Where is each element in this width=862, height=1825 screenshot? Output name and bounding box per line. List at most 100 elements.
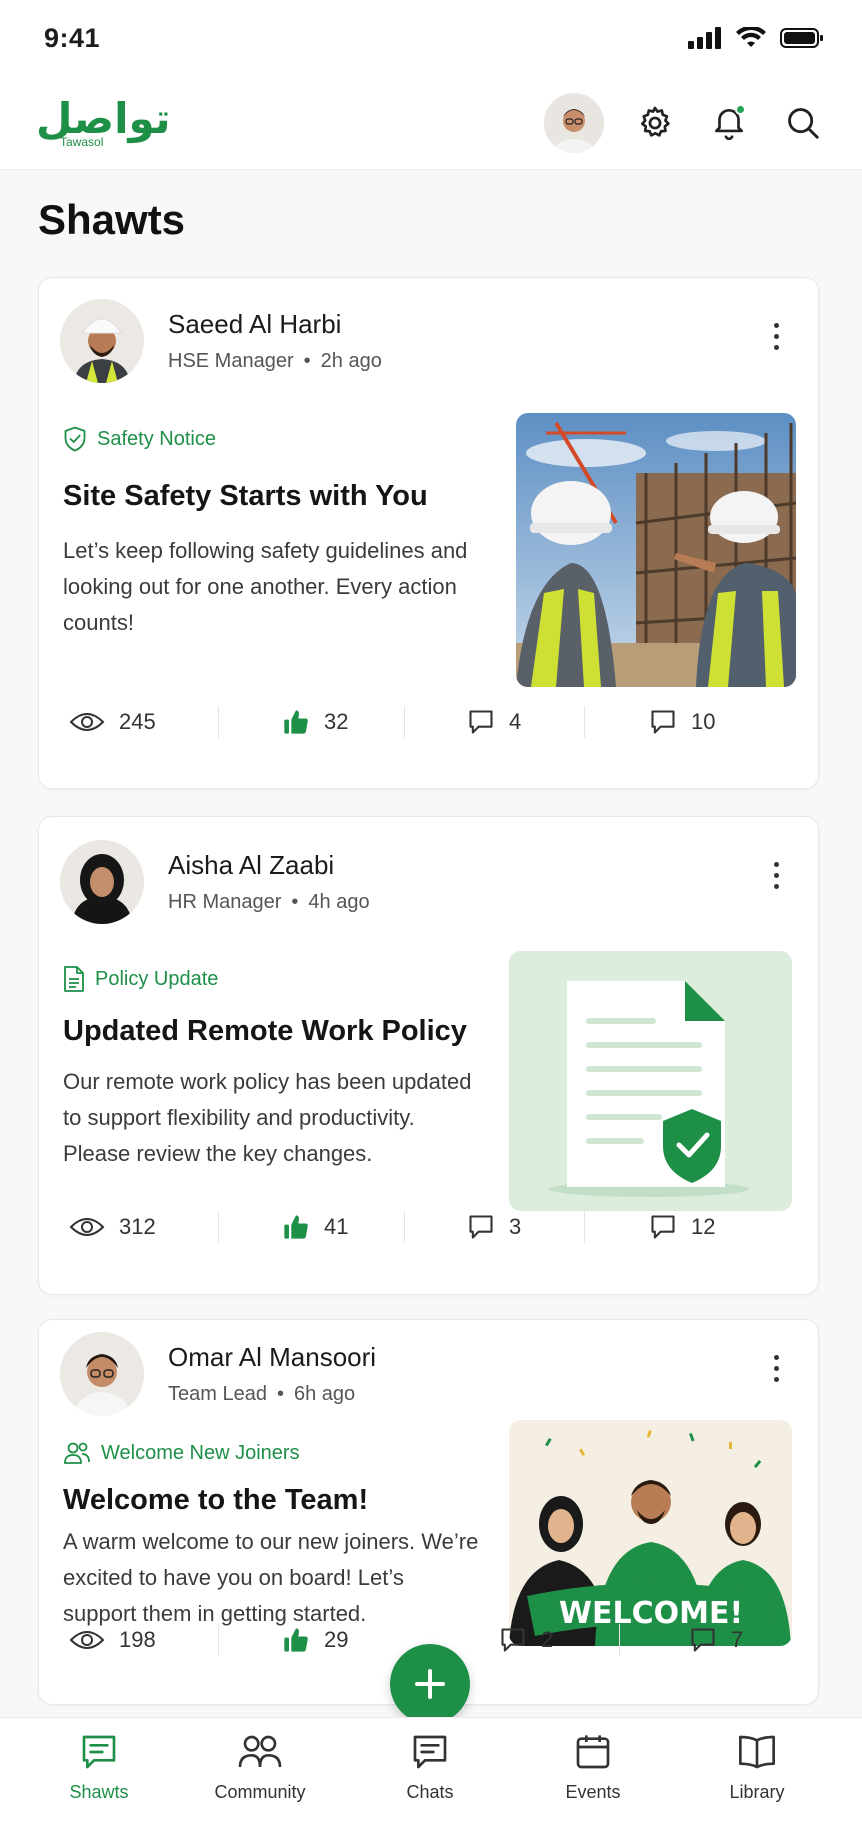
page-title: Shawts xyxy=(38,196,186,243)
likes-stat[interactable]: 41 xyxy=(282,1213,348,1241)
author-role: HR Manager xyxy=(168,891,282,913)
post-body: Let’s keep following safety guidelines a… xyxy=(63,538,468,635)
notification-badge xyxy=(735,103,746,115)
thumbs-up-icon xyxy=(284,1215,308,1239)
views-stat: 245 xyxy=(69,709,156,735)
likes-stat[interactable]: 32 xyxy=(282,708,348,736)
shield-check-icon xyxy=(64,426,86,452)
stat-divider xyxy=(218,1624,219,1656)
book-icon xyxy=(739,1735,775,1769)
author-name[interactable]: Aisha Al Zaabi xyxy=(168,850,370,881)
post-title[interactable]: Welcome to the Team! xyxy=(63,1484,368,1517)
search-button[interactable] xyxy=(780,100,826,146)
stat-divider xyxy=(404,706,405,738)
post-tag-label: Safety Notice xyxy=(97,427,216,450)
post-time: 4h ago xyxy=(308,891,370,913)
thumbs-up-icon xyxy=(284,1628,308,1652)
wifi-icon xyxy=(736,27,766,47)
comments-stat[interactable]: 4 xyxy=(467,708,521,736)
author-role: HSE Manager xyxy=(168,350,294,372)
nav-item-chats[interactable]: Chats xyxy=(360,1732,500,1803)
nav-label: Community xyxy=(214,1782,306,1802)
users-icon xyxy=(64,1442,90,1464)
post-body: A warm welcome to our new joiners. We’re… xyxy=(63,1529,479,1626)
eye-icon xyxy=(69,1218,105,1236)
post-card[interactable]: Aisha Al Zaabi HR Manager • 4h ago Policy … xyxy=(38,816,819,1295)
post-image[interactable]: WELCOME! xyxy=(509,1420,792,1646)
author-avatar[interactable] xyxy=(60,299,144,383)
views-stat: 312 xyxy=(69,1214,156,1240)
replies-count: 7 xyxy=(731,1627,744,1652)
author-avatar[interactable] xyxy=(60,1332,144,1416)
document-icon xyxy=(64,966,84,992)
more-options-button[interactable] xyxy=(764,1348,788,1388)
reply-icon xyxy=(651,710,675,734)
post-tag: Welcome New Joiners xyxy=(63,1441,300,1465)
replies-stat[interactable]: 10 xyxy=(649,708,715,736)
post-image[interactable] xyxy=(509,951,792,1211)
meta-separator: • xyxy=(303,350,311,372)
comments-stat[interactable]: 2 xyxy=(499,1626,553,1654)
post-author: Aisha Al Zaabi HR Manager • 4h ago xyxy=(60,840,370,924)
search-icon xyxy=(788,107,819,139)
more-options-button[interactable] xyxy=(764,855,788,895)
post-time: 2h ago xyxy=(320,350,382,372)
profile-avatar[interactable] xyxy=(544,92,604,153)
replies-stat[interactable]: 12 xyxy=(649,1213,715,1241)
nav-item-events[interactable]: Events xyxy=(523,1732,663,1803)
calendar-icon xyxy=(576,1735,610,1769)
app-header: تواصل Tawasol xyxy=(0,76,862,170)
author-name[interactable]: Omar Al Mansoori xyxy=(168,1342,376,1373)
plus-icon xyxy=(415,1669,445,1699)
stat-divider xyxy=(584,1211,585,1243)
post-stats: 245 32 4 10 xyxy=(39,702,820,742)
app-logo[interactable]: تواصل Tawasol xyxy=(36,97,171,149)
likes-stat[interactable]: 29 xyxy=(282,1626,348,1654)
logo-english: Tawasol xyxy=(60,134,104,149)
notifications-button[interactable] xyxy=(706,100,752,146)
settings-button[interactable] xyxy=(632,100,678,146)
author-avatar[interactable] xyxy=(60,840,144,924)
nav-item-community[interactable]: Community xyxy=(190,1732,330,1803)
views-count: 312 xyxy=(119,1214,156,1239)
status-time: 9:41 xyxy=(44,22,101,53)
post-tag: Safety Notice xyxy=(63,426,216,452)
replies-stat[interactable]: 7 xyxy=(689,1626,743,1654)
stat-divider xyxy=(218,706,219,738)
views-count: 245 xyxy=(119,709,156,734)
nav-label: Events xyxy=(565,1782,621,1802)
likes-count: 41 xyxy=(324,1214,349,1239)
nav-item-shawts[interactable]: Shawts xyxy=(29,1732,169,1803)
post-card[interactable]: Saeed Al Harbi HSE Manager • 2h ago Safety… xyxy=(38,277,819,789)
meta-separator: • xyxy=(291,891,299,913)
replies-count: 10 xyxy=(691,709,716,734)
replies-count: 12 xyxy=(691,1214,716,1239)
author-name[interactable]: Saeed Al Harbi xyxy=(168,309,382,340)
post-time: 6h ago xyxy=(293,1383,356,1405)
gear-icon xyxy=(640,106,670,137)
comment-icon xyxy=(469,1215,493,1239)
views-stat: 198 xyxy=(69,1627,156,1653)
author-meta: HSE Manager • 2h ago xyxy=(168,350,382,373)
comment-icon xyxy=(469,710,493,734)
post-author: Omar Al Mansoori Team Lead • 6h ago xyxy=(60,1332,376,1416)
reply-icon xyxy=(691,1628,715,1652)
more-options-button[interactable] xyxy=(764,316,788,356)
meta-separator: • xyxy=(276,1383,284,1405)
post-title[interactable]: Site Safety Starts with You xyxy=(63,480,428,513)
stat-divider xyxy=(404,1211,405,1243)
post-title[interactable]: Updated Remote Work Policy xyxy=(63,1015,467,1048)
comments-stat[interactable]: 3 xyxy=(467,1213,521,1241)
nav-label: Library xyxy=(729,1782,785,1802)
post-image[interactable] xyxy=(516,413,796,687)
signal-icon xyxy=(688,27,721,49)
bottom-nav: Shawts Community Chats Events Library xyxy=(0,1717,862,1825)
nav-item-library[interactable]: Library xyxy=(687,1732,827,1803)
post-body: Our remote work policy has been updated … xyxy=(63,1069,472,1166)
author-role: Team Lead xyxy=(168,1383,267,1405)
post-stats: 312 41 3 12 xyxy=(39,1207,820,1247)
chat-icon xyxy=(413,1735,447,1769)
create-post-button[interactable] xyxy=(390,1644,470,1724)
battery-icon xyxy=(780,28,823,48)
status-icons xyxy=(688,27,824,49)
